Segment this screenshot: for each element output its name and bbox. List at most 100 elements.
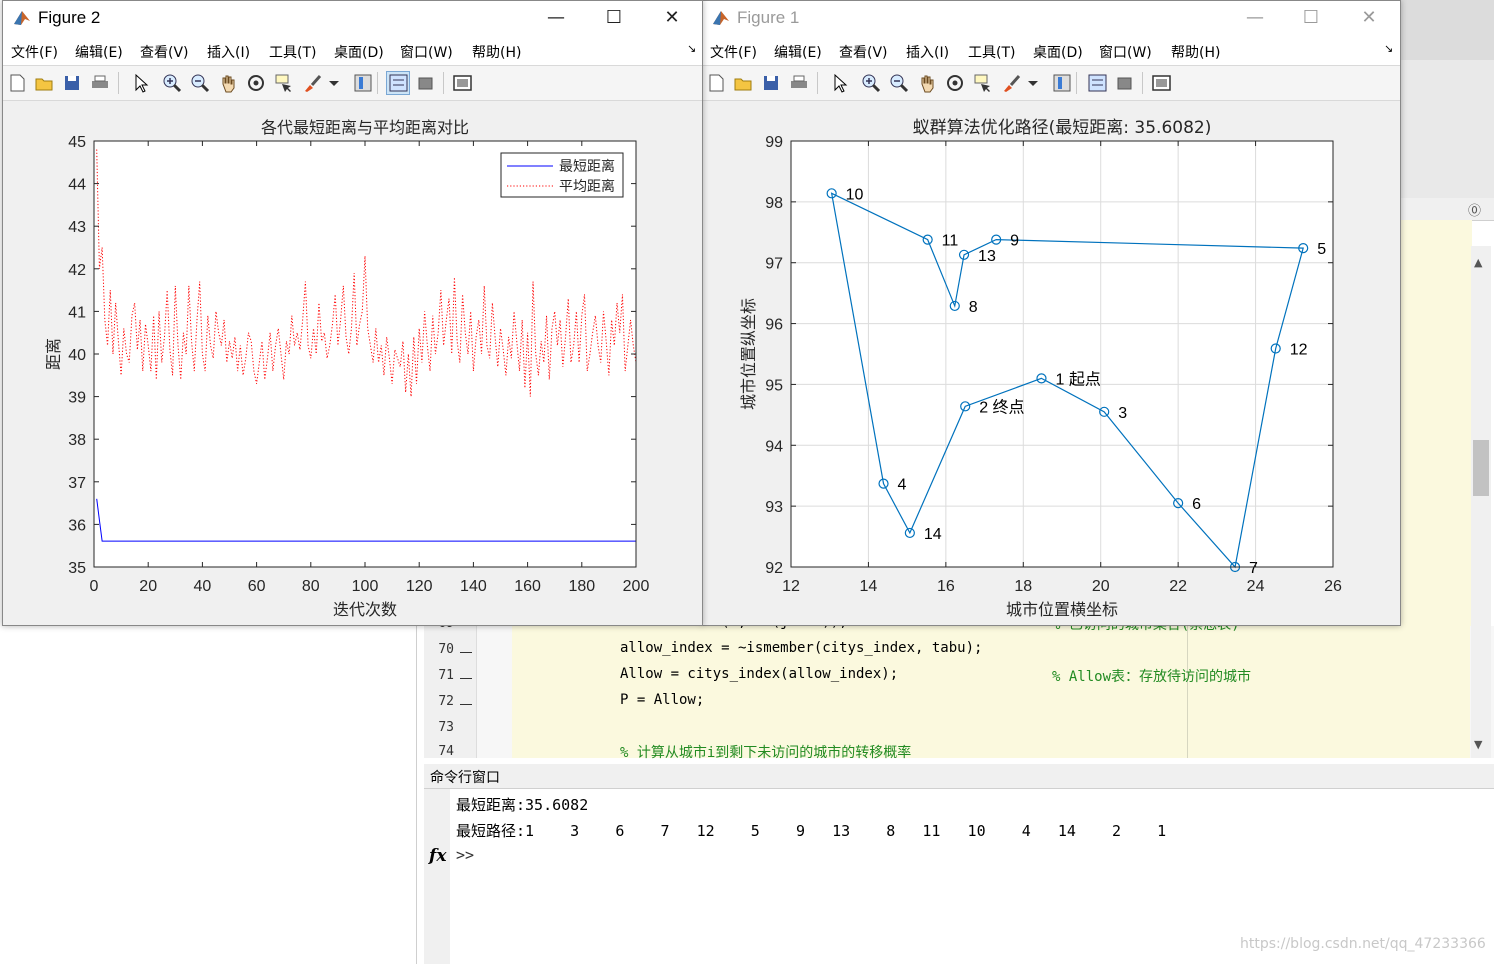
rotate-3d-icon[interactable]	[944, 72, 966, 94]
y-axis-label: 距离	[44, 338, 63, 370]
show-plot-tools-icon[interactable]	[1150, 72, 1172, 94]
save-icon[interactable]	[61, 72, 83, 94]
zoom-in-icon[interactable]	[860, 72, 882, 94]
distance-plot[interactable]: 0 20 40 60 80 100 120 140 160 180 200 35 36 37 38 39 40 4…	[3, 99, 702, 625]
menu-item[interactable]: 窗口(W)	[400, 42, 453, 62]
toolbar-separator	[1142, 72, 1143, 94]
matlab-logo-icon	[14, 11, 30, 25]
x-tick-label: 180	[568, 578, 595, 595]
editor-scroll-thumb[interactable]	[1473, 440, 1489, 496]
city-label: 13	[978, 248, 996, 265]
city-label: 9	[1010, 233, 1019, 250]
hide-plot-tools-icon[interactable]	[415, 72, 437, 94]
city-label: 7	[1249, 560, 1258, 577]
city-label: 4	[898, 477, 907, 494]
maximize-button[interactable]: ☐	[591, 5, 637, 31]
menu-item[interactable]: 窗口(W)	[1099, 42, 1152, 62]
menu-item[interactable]: 工具(T)	[269, 42, 316, 62]
code-line[interactable]: Allow = citys_index(allow_index);	[620, 666, 898, 682]
minimize-button[interactable]: —	[533, 5, 579, 31]
menu-item[interactable]: 插入(I)	[906, 42, 949, 62]
scroll-up-icon[interactable]: ▲	[1474, 256, 1482, 269]
route-plot[interactable]: 1 起点 3 6 7 12 5 9 13 8 11 10 4 14 2 终点 12 14 16 18 20 22 24 2…	[702, 99, 1400, 625]
city-label: 10	[846, 186, 864, 203]
menu-item[interactable]: 查看(V)	[839, 42, 888, 62]
colorbar-icon[interactable]	[1050, 72, 1072, 94]
code-line[interactable]: allow_index = ~ismember(citys_index, tab…	[620, 640, 982, 656]
figure2-titlebar[interactable]: Figure 2 — ☐ ✕	[3, 1, 702, 35]
menu-item[interactable]: 文件(F)	[11, 42, 58, 62]
menu-item[interactable]: 查看(V)	[140, 42, 189, 62]
pointer-icon[interactable]	[828, 72, 850, 94]
zoom-out-icon[interactable]	[189, 72, 211, 94]
dock-arrow-icon[interactable]: ↘	[1384, 42, 1393, 55]
line-number: 72	[438, 694, 454, 709]
data-cursor-icon[interactable]	[972, 72, 994, 94]
pan-hand-icon[interactable]	[217, 72, 239, 94]
panel-menu-icon[interactable]: ⓪	[1468, 200, 1481, 219]
dock-arrow-icon[interactable]: ↘	[687, 42, 696, 55]
data-cursor-icon[interactable]	[273, 72, 295, 94]
y-tick-label: 98	[765, 195, 783, 212]
x-tick-label: 100	[352, 578, 379, 595]
minimize-button[interactable]: —	[1232, 5, 1278, 31]
open-folder-icon[interactable]	[33, 72, 55, 94]
new-file-icon[interactable]	[6, 72, 28, 94]
x-tick-label: 12	[782, 578, 800, 595]
open-folder-icon[interactable]	[732, 72, 754, 94]
x-tick-label: 200	[623, 578, 650, 595]
brush-icon[interactable]	[301, 72, 323, 94]
menu-item[interactable]: 文件(F)	[710, 42, 757, 62]
menu-item[interactable]: 帮助(H)	[472, 42, 521, 62]
figure1-window[interactable]: Figure 1 — ☐ ✕ 文件(F) 编辑(E) 查看(V) 插入(I) 工具(T)…	[701, 0, 1401, 626]
command-prompt[interactable]: >>	[456, 846, 474, 864]
breakpoint-dash[interactable]	[460, 652, 472, 653]
pointer-icon[interactable]	[129, 72, 151, 94]
menu-item[interactable]: 编辑(E)	[774, 42, 822, 62]
chart-title: 蚁群算法优化路径(最短距离: 35.6082)	[913, 118, 1212, 138]
figure2-window[interactable]: Figure 2 — ☐ ✕ 文件(F) 编辑(E) 查看(V) 插入(I) 工具(T)…	[2, 0, 703, 626]
matlab-side-panel	[1400, 60, 1494, 200]
menu-item[interactable]: 桌面(D)	[334, 42, 384, 62]
colorbar-icon[interactable]	[351, 72, 373, 94]
legend-icon[interactable]	[1086, 72, 1108, 94]
new-file-icon[interactable]	[705, 72, 727, 94]
watermark: https://blog.csdn.net/qq_47233366	[1240, 936, 1486, 952]
line-number: 71	[438, 668, 454, 683]
chart-title: 各代最短距离与平均距离对比	[261, 118, 469, 137]
scroll-down-icon[interactable]: ▼	[1474, 738, 1482, 751]
zoom-in-icon[interactable]	[161, 72, 183, 94]
x-tick-label: 120	[406, 578, 433, 595]
print-icon[interactable]	[788, 72, 810, 94]
close-button[interactable]: ✕	[649, 5, 695, 31]
function-browser-icon[interactable]: fx	[429, 846, 446, 866]
link-plot-icon[interactable]	[323, 72, 345, 94]
menu-item[interactable]: 编辑(E)	[75, 42, 123, 62]
breakpoint-dash[interactable]	[460, 678, 472, 679]
menu-item[interactable]: 桌面(D)	[1033, 42, 1083, 62]
save-icon[interactable]	[760, 72, 782, 94]
menu-item[interactable]: 帮助(H)	[1171, 42, 1220, 62]
breakpoint-dash[interactable]	[460, 704, 472, 705]
menu-item[interactable]: 工具(T)	[968, 42, 1015, 62]
pan-hand-icon[interactable]	[916, 72, 938, 94]
rotate-3d-icon[interactable]	[245, 72, 267, 94]
link-plot-icon[interactable]	[1022, 72, 1044, 94]
legend-label: 最短距离	[559, 158, 615, 175]
legend-icon[interactable]	[386, 71, 410, 95]
hide-plot-tools-icon[interactable]	[1114, 72, 1136, 94]
code-line[interactable]: P = Allow;	[620, 692, 704, 708]
zoom-out-icon[interactable]	[888, 72, 910, 94]
figure1-titlebar[interactable]: Figure 1 — ☐ ✕	[702, 1, 1400, 35]
x-axis-label: 城市位置横坐标	[1006, 600, 1118, 619]
editor-scrollbar[interactable]	[1471, 246, 1491, 758]
close-button[interactable]: ✕	[1346, 5, 1392, 31]
print-icon[interactable]	[89, 72, 111, 94]
x-tick-label: 24	[1247, 578, 1265, 595]
city-label: 8	[969, 299, 978, 316]
menu-item[interactable]: 插入(I)	[207, 42, 250, 62]
brush-icon[interactable]	[1000, 72, 1022, 94]
y-tick-label: 35	[68, 560, 86, 577]
show-plot-tools-icon[interactable]	[451, 72, 473, 94]
maximize-button[interactable]: ☐	[1288, 5, 1334, 31]
